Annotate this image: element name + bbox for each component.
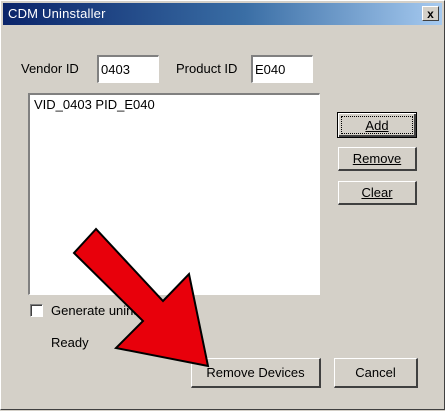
cancel-button-label: Cancel — [355, 365, 396, 380]
remove-devices-button[interactable]: Remove Devices — [191, 358, 321, 388]
list-item[interactable]: VID_0403 PID_E040 — [34, 97, 155, 112]
close-button[interactable]: x — [422, 6, 439, 21]
close-icon: x — [427, 6, 434, 21]
product-id-label: Product ID — [176, 61, 238, 76]
generate-log-checkbox[interactable] — [30, 304, 43, 317]
add-button-label: Add — [365, 117, 389, 133]
title-bar[interactable]: CDM Uninstaller x — [3, 3, 442, 25]
remove-button[interactable]: Remove — [338, 147, 417, 171]
clear-button[interactable]: Clear — [338, 181, 417, 205]
vendor-id-label: Vendor ID — [21, 61, 79, 76]
product-id-input[interactable] — [251, 55, 313, 83]
vendor-id-input[interactable] — [97, 55, 159, 83]
cdm-uninstaller-window: CDM Uninstaller x Vendor ID Product ID V… — [0, 0, 445, 410]
generate-log-label[interactable]: Generate uninstall log file — [51, 303, 198, 318]
clear-button-label: Clear — [361, 185, 393, 200]
window-title: CDM Uninstaller — [8, 6, 106, 21]
add-button[interactable]: Add — [337, 112, 417, 138]
remove-devices-button-label: Remove Devices — [206, 365, 305, 380]
device-list[interactable]: VID_0403 PID_E040 — [28, 93, 320, 295]
cancel-button[interactable]: Cancel — [334, 358, 418, 388]
status-text: Ready — [51, 335, 89, 350]
remove-button-label: Remove — [352, 151, 402, 166]
